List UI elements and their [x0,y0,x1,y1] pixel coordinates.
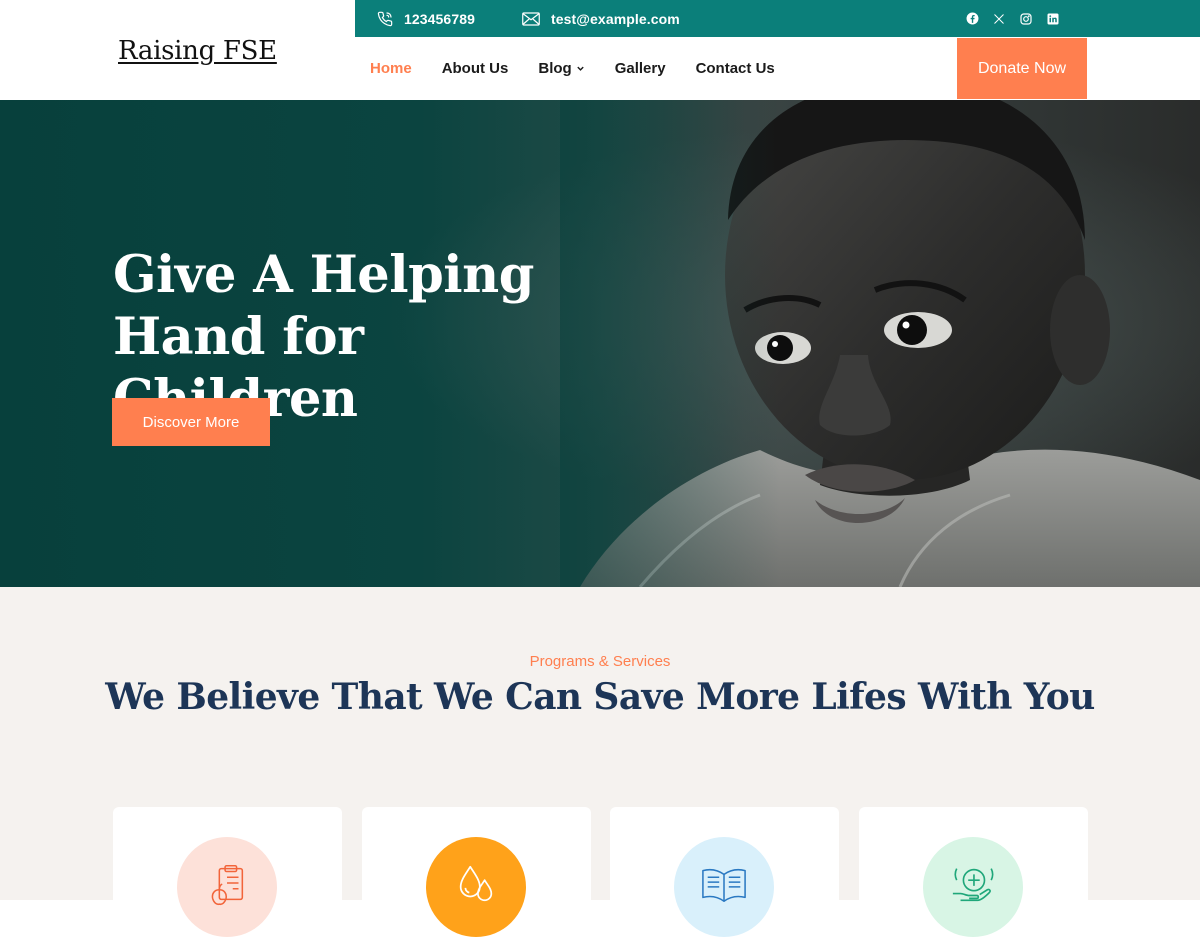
email-address: test@example.com [551,10,680,27]
service-icon-circle [674,837,774,937]
section-eyebrow: Programs & Services [529,653,671,670]
nav-item-blog-label: Blog [538,59,572,77]
discover-more-button[interactable]: Discover More [112,398,270,446]
x-icon[interactable] [992,12,1006,26]
donate-now-button[interactable]: Donate Now [957,38,1087,99]
top-contact-bar: 123456789 test@example.com [355,0,1200,37]
mail-icon [522,11,540,26]
service-icon-circle [177,837,277,937]
open-book-icon [702,868,746,903]
nav-item-blog[interactable]: Blog [538,60,584,77]
service-icon-circle [923,837,1023,937]
main-navigation: Home About Us Blog Gallery Contact Us [355,37,790,99]
chevron-down-icon [576,66,584,71]
social-links [965,0,1060,37]
nav-item-home[interactable]: Home [370,60,412,77]
service-card[interactable] [113,807,342,937]
phone-number: 123456789 [404,10,475,27]
nav-item-gallery[interactable]: Gallery [615,60,666,77]
programs-services-section: Programs & Services We Believe That We C… [0,587,1200,937]
instagram-icon[interactable] [1019,12,1033,26]
water-drops-icon [459,865,493,902]
phone-icon [377,11,393,26]
email-contact[interactable]: test@example.com [522,0,680,37]
facebook-icon[interactable] [965,12,979,26]
nav-item-about-us[interactable]: About Us [442,60,509,77]
service-card[interactable] [610,807,839,937]
medical-care-hand-icon [952,868,994,902]
hero-banner: Give A Helping Hand for Children Discove… [0,100,1200,587]
phone-contact[interactable]: 123456789 [377,0,475,37]
linkedin-icon[interactable] [1046,12,1060,26]
service-card[interactable] [859,807,1088,937]
nav-item-contact-us[interactable]: Contact Us [696,60,775,77]
clipboard-apple-icon [211,865,244,906]
service-icon-circle [426,837,526,937]
service-card[interactable] [362,807,591,937]
site-logo[interactable]: Raising FSE [118,36,277,66]
section-title: We Believe That We Can Save More Lifes W… [105,676,1095,718]
